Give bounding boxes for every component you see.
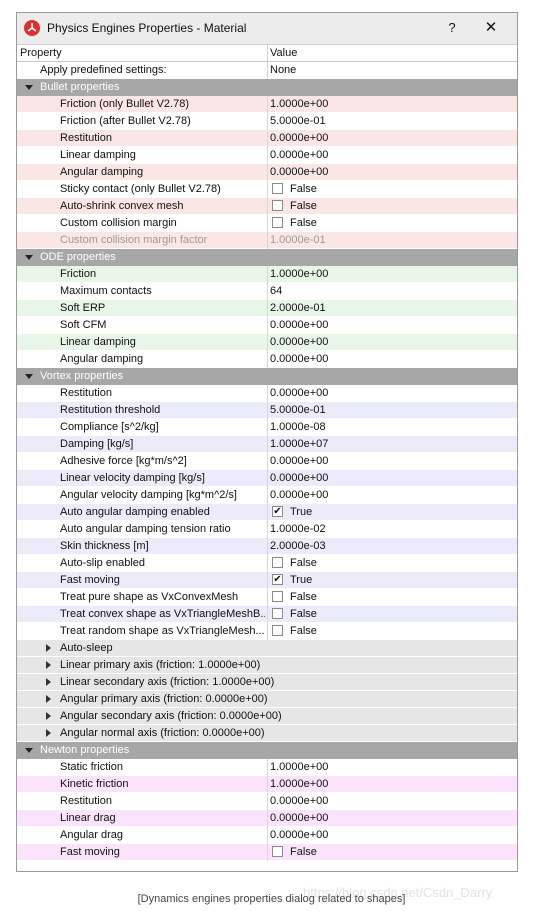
property-row[interactable]: Friction (after Bullet V2.78) 5.0000e-01: [17, 113, 517, 130]
property-row[interactable]: Auto-shrink convex mesh False: [17, 198, 517, 215]
property-label: Apply predefined settings:: [40, 64, 167, 76]
property-row[interactable]: Damping [kg/s] 1.0000e+07: [17, 436, 517, 453]
figure-caption: [Dynamics engines properties dialog rela…: [137, 893, 406, 905]
expand-right-icon[interactable]: [46, 729, 51, 737]
expand-down-icon[interactable]: [25, 255, 33, 260]
section-newton[interactable]: Newton properties: [17, 742, 517, 759]
checkbox[interactable]: [272, 200, 283, 211]
checkbox[interactable]: [272, 557, 283, 568]
checkbox[interactable]: [272, 625, 283, 636]
section-bullet[interactable]: Bullet properties: [17, 79, 517, 96]
checkbox[interactable]: [272, 608, 283, 619]
property-row[interactable]: Restitution 0.0000e+00: [17, 385, 517, 402]
table-header: Property Value: [17, 45, 517, 62]
property-row[interactable]: Linear drag 0.0000e+00: [17, 810, 517, 827]
expand-right-icon[interactable]: [46, 678, 51, 686]
collapsed-group-row[interactable]: Angular secondary axis (friction: 0.0000…: [17, 708, 517, 725]
property-row[interactable]: Fast moving False: [17, 844, 517, 861]
expand-down-icon[interactable]: [25, 85, 33, 90]
property-row[interactable]: Linear velocity damping [kg/s] 0.0000e+00: [17, 470, 517, 487]
property-row[interactable]: Angular damping 0.0000e+00: [17, 164, 517, 181]
title-bar: Physics Engines Properties - Material ? …: [17, 13, 517, 45]
property-row[interactable]: Auto angular damping enabled ✔ True: [17, 504, 517, 521]
property-row[interactable]: Angular velocity damping [kg*m^2/s] 0.000…: [17, 487, 517, 504]
checkbox-checked[interactable]: ✔: [272, 574, 283, 585]
section-vortex[interactable]: Vortex properties: [17, 368, 517, 385]
expand-down-icon[interactable]: [25, 748, 33, 753]
property-tree: Apply predefined settings: None Bullet p…: [17, 62, 517, 861]
property-row[interactable]: Maximum contacts 64: [17, 283, 517, 300]
property-row[interactable]: Restitution 0.0000e+00: [17, 793, 517, 810]
close-button[interactable]: ✕: [480, 18, 502, 38]
header-value[interactable]: Value: [270, 47, 297, 59]
property-row[interactable]: Soft CFM 0.0000e+00: [17, 317, 517, 334]
app-logo-icon: [24, 20, 40, 36]
property-row[interactable]: Soft ERP 2.0000e-01: [17, 300, 517, 317]
property-row[interactable]: Restitution threshold 5.0000e-01: [17, 402, 517, 419]
property-row[interactable]: Static friction 1.0000e+00: [17, 759, 517, 776]
property-row[interactable]: Custom collision margin False: [17, 215, 517, 232]
property-row[interactable]: Friction (only Bullet V2.78) 1.0000e+00: [17, 96, 517, 113]
property-row[interactable]: Treat pure shape as VxConvexMesh False: [17, 589, 517, 606]
property-row[interactable]: Auto-slip enabled False: [17, 555, 517, 572]
property-row[interactable]: Sticky contact (only Bullet V2.78) False: [17, 181, 517, 198]
checkbox-checked[interactable]: ✔: [272, 506, 283, 517]
window-title: Physics Engines Properties - Material: [47, 21, 247, 35]
checkbox[interactable]: [272, 591, 283, 602]
section-ode[interactable]: ODE properties: [17, 249, 517, 266]
collapsed-group-row[interactable]: Angular primary axis (friction: 0.0000e+…: [17, 691, 517, 708]
expand-right-icon[interactable]: [46, 644, 51, 652]
property-row[interactable]: Linear damping 0.0000e+00: [17, 147, 517, 164]
property-row[interactable]: Fast moving ✔ True: [17, 572, 517, 589]
property-row[interactable]: Skin thickness [m] 2.0000e-03: [17, 538, 517, 555]
header-property[interactable]: Property: [20, 47, 62, 59]
property-row[interactable]: Restitution 0.0000e+00: [17, 130, 517, 147]
property-row[interactable]: Linear damping 0.0000e+00: [17, 334, 517, 351]
expand-down-icon[interactable]: [25, 374, 33, 379]
checkbox[interactable]: [272, 846, 283, 857]
help-button[interactable]: ?: [442, 18, 462, 38]
property-row[interactable]: Treat random shape as VxTriangleMesh... F…: [17, 623, 517, 640]
property-row[interactable]: Kinetic friction 1.0000e+00: [17, 776, 517, 793]
expand-right-icon[interactable]: [46, 661, 51, 669]
properties-dialog: Physics Engines Properties - Material ? …: [16, 12, 518, 872]
property-row[interactable]: Friction 1.0000e+00: [17, 266, 517, 283]
collapsed-group-row[interactable]: Angular normal axis (friction: 0.0000e+0…: [17, 725, 517, 742]
property-row[interactable]: Treat convex shape as VxTriangleMeshB...…: [17, 606, 517, 623]
property-row[interactable]: Adhesive force [kg*m/s^2] 0.0000e+00: [17, 453, 517, 470]
property-row[interactable]: Auto angular damping tension ratio 1.0000…: [17, 521, 517, 538]
property-value[interactable]: None: [270, 64, 296, 76]
apply-predefined-row[interactable]: Apply predefined settings: None: [17, 62, 517, 79]
expand-right-icon[interactable]: [46, 712, 51, 720]
collapsed-group-row[interactable]: Linear primary axis (friction: 1.0000e+0…: [17, 657, 517, 674]
checkbox[interactable]: [272, 183, 283, 194]
property-row[interactable]: Angular damping 0.0000e+00: [17, 351, 517, 368]
collapsed-group-row[interactable]: Auto-sleep: [17, 640, 517, 657]
checkbox[interactable]: [272, 217, 283, 228]
property-row[interactable]: Angular drag 0.0000e+00: [17, 827, 517, 844]
property-row-disabled: Custom collision margin factor 1.0000e-01: [17, 232, 517, 249]
expand-right-icon[interactable]: [46, 695, 51, 703]
property-row[interactable]: Compliance [s^2/kg] 1.0000e-08: [17, 419, 517, 436]
collapsed-group-row[interactable]: Linear secondary axis (friction: 1.0000e…: [17, 674, 517, 691]
